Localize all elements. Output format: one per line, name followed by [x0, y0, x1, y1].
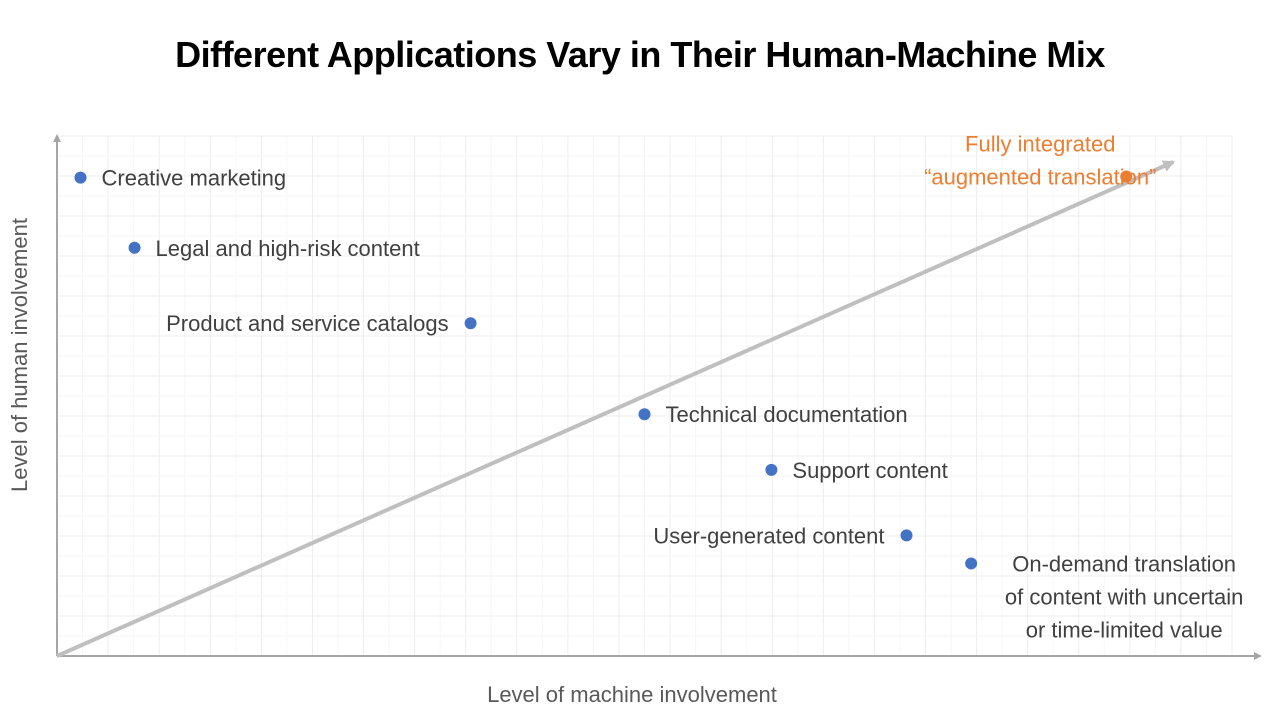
data-point-label-line: of content with uncertain: [1005, 584, 1243, 609]
data-point: [638, 408, 651, 421]
data-point-label: User-generated content: [653, 523, 884, 548]
data-point: [128, 241, 141, 254]
data-point-label: On-demand translation of content with unc…: [1005, 551, 1243, 642]
data-point-label-line: Support content: [792, 458, 947, 483]
data-point-label-line: Fully integrated: [965, 132, 1115, 157]
data-point: [765, 463, 778, 476]
data-point-label: Support content: [792, 458, 947, 483]
data-point-label-line: Technical documentation: [666, 402, 908, 427]
data-point-label-line: or time-limited value: [1026, 617, 1223, 642]
highlight-point-label: Fully integrated “augmented translation”: [924, 132, 1156, 190]
data-point-label: Technical documentation: [666, 402, 908, 427]
data-point-label-line: User-generated content: [653, 523, 884, 548]
data-point-label-line: Creative marketing: [102, 166, 287, 191]
data-point-label: Product and service catalogs: [166, 311, 449, 336]
x-axis-label: Level of machine involvement: [487, 682, 777, 707]
data-point-label-line: “augmented translation”: [924, 165, 1156, 190]
data-point-label-line: Legal and high-risk content: [156, 236, 420, 261]
data-point: [464, 317, 477, 330]
data-point-label: Creative marketing: [102, 166, 287, 191]
data-point: [965, 557, 978, 570]
data-point-label: Legal and high-risk content: [156, 236, 420, 261]
scatter-chart: Creative marketing Legal and high-risk co…: [7, 132, 1262, 707]
y-axis-label: Level of human involvement: [7, 218, 32, 492]
data-point: [74, 171, 87, 184]
data-point-label-line: On-demand translation: [1012, 551, 1236, 576]
data-point-label-line: Product and service catalogs: [166, 311, 449, 336]
data-point: [900, 529, 913, 542]
